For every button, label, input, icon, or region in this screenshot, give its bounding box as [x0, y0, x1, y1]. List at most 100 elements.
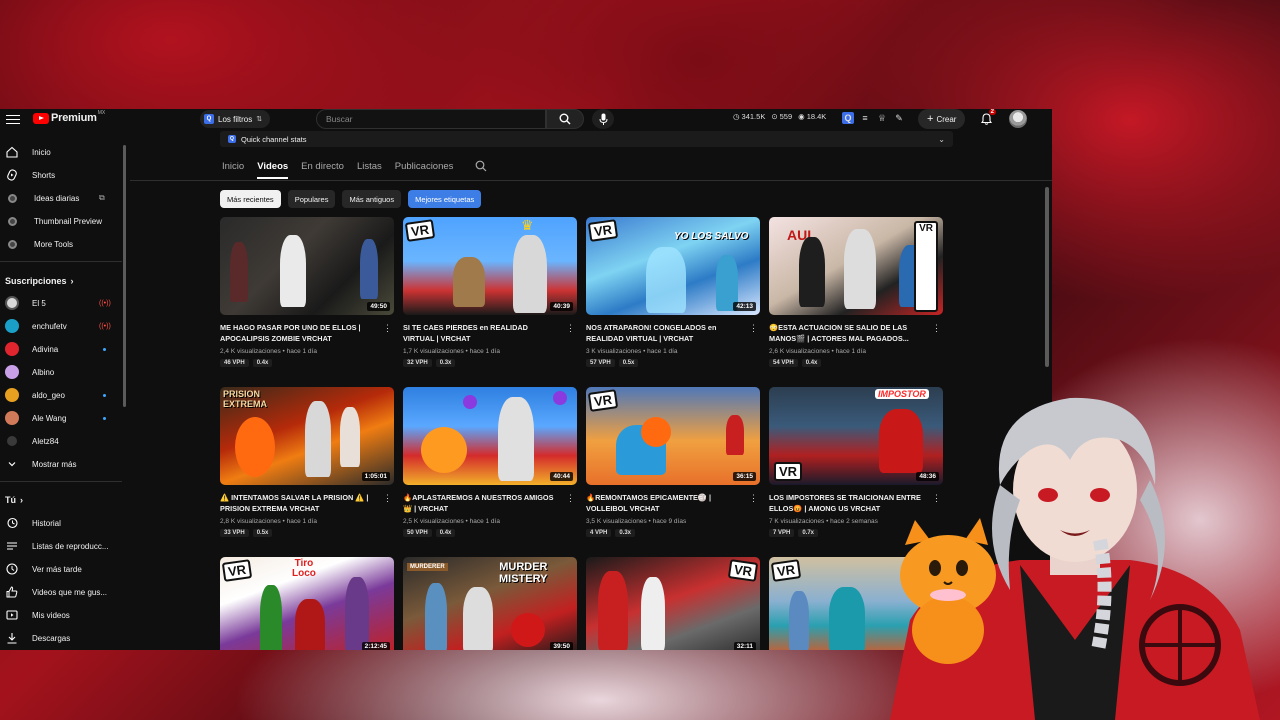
chip-mejores-etiquetas[interactable]: Mejores etiquetas	[408, 190, 482, 208]
thumbnail-text: MURDER MISTERY	[499, 561, 548, 585]
video-card[interactable]: IMPOSTOR VR 48:36 LOS IMPOSTORES SE TRAI…	[769, 387, 943, 537]
notifications-button[interactable]: 2	[978, 109, 996, 127]
video-meta: 2,6 K visualizaciones • hace 1 día	[769, 348, 866, 355]
chip-populares[interactable]: Populares	[287, 190, 336, 208]
create-button[interactable]: + Crear	[918, 109, 966, 129]
sidebar-item-historial[interactable]: Historial	[0, 512, 120, 534]
subscriptions-heading[interactable]: Suscripciones ›	[5, 276, 74, 286]
video-thumbnail[interactable]: AUL VR	[769, 217, 943, 315]
plus-icon: +	[927, 113, 934, 125]
video-title[interactable]: 🔥REMONTAMOS EPICAMENTE🏐 | VOLLEIBOL VRCH…	[586, 492, 744, 514]
more-options-icon[interactable]: ⋮	[566, 323, 575, 334]
video-card[interactable]: AUL VR 😳ESTA ACTUACION SE SALIO DE LAS M…	[769, 217, 943, 367]
sidebar-sub-albino[interactable]: Albino	[0, 361, 120, 383]
sidebar-item-liked-videos[interactable]: Videos que me gus...	[0, 581, 120, 603]
video-meta: 2,8 K visualizaciones • hace 1 día	[220, 518, 317, 525]
sidebar-sub-adivina[interactable]: Adivina	[0, 338, 120, 360]
video-title[interactable]: LOS IMPOSTORES SE TRAICIONAN ENTRE ELLOS…	[769, 492, 927, 514]
extension-badge-icon: Q	[228, 135, 236, 143]
sidebar-item-downloads[interactable]: Descargas	[0, 627, 120, 649]
video-thumbnail[interactable]: VR Tiro Loco 2:12:45	[220, 557, 394, 650]
top-bar: Premium MX Q Los filtros ⇅ Buscar ◷ 341.5…	[0, 109, 1052, 129]
vr-badge: VR	[774, 462, 803, 481]
vr-badge: VR	[587, 389, 619, 412]
tab-inicio[interactable]: Inicio	[222, 161, 244, 179]
sidebar-sub-ale-wang[interactable]: Ale Wang	[0, 407, 120, 429]
thumbnail-figure	[260, 585, 282, 650]
thumbnail-figure	[425, 583, 447, 650]
search-input[interactable]: Buscar	[316, 109, 546, 129]
video-title[interactable]: 😳ESTA ACTUACION SE SALIO DE LAS MANOS🎬 |…	[769, 322, 927, 344]
show-more-button[interactable]: Mostrar más	[0, 453, 120, 475]
voice-search-button[interactable]	[592, 109, 614, 129]
video-card[interactable]: MURDERER MURDER MISTERY 39:50	[403, 557, 577, 650]
channel-search-button[interactable]	[475, 159, 487, 177]
more-options-icon[interactable]: ⋮	[932, 493, 941, 504]
sidebar-sub-el5[interactable]: El 5 ((•))	[0, 292, 120, 314]
video-thumbnail[interactable]: 40:44	[403, 387, 577, 485]
video-card[interactable]: VR ♛ 40:39 SI TE CAES PIERDES en REALIDA…	[403, 217, 577, 367]
video-card[interactable]: 40:44 🔥APLASTAREMOS A NUESTROS AMIGOS👑 |…	[403, 387, 577, 537]
sidebar-item-playlists[interactable]: Listas de reproducc...	[0, 535, 120, 557]
extension-logo-icon[interactable]: Q	[842, 112, 854, 124]
video-title[interactable]: SI TE CAES PIERDES en REALIDAD VIRTUAL |…	[403, 322, 561, 344]
more-options-icon[interactable]: ⋮	[932, 323, 941, 334]
video-card[interactable]: VR 32:11	[586, 557, 760, 650]
list-icon[interactable]: ≡	[859, 112, 871, 124]
video-duration: 42:13	[733, 302, 756, 311]
more-options-icon[interactable]: ⋮	[383, 323, 392, 334]
tab-videos[interactable]: Videos	[257, 161, 289, 179]
more-options-icon[interactable]: ⋮	[566, 493, 575, 504]
video-thumbnail[interactable]: VR ♛ 40:39	[403, 217, 577, 315]
video-thumbnail[interactable]: MURDERER MURDER MISTERY 39:50	[403, 557, 577, 650]
video-thumbnail[interactable]: IMPOSTOR VR 48:36	[769, 387, 943, 485]
sidebar-sub-enchufetv[interactable]: enchufetv ((•))	[0, 315, 120, 337]
tab-en-directo[interactable]: En directo	[301, 161, 344, 179]
video-thumbnail[interactable]: VR 32:11	[586, 557, 760, 650]
video-title[interactable]: ME HAGO PASAR POR UNO DE ELLOS | APOCALI…	[220, 322, 378, 344]
search-button[interactable]	[546, 109, 584, 129]
video-card[interactable]: VR 36:15 🔥REMONTAMOS EPICAMENTE🏐 | VOLLE…	[586, 387, 760, 537]
quick-channel-stats-bar[interactable]: Q Quick channel stats ⌄	[220, 131, 953, 147]
main-scrollbar[interactable]	[1045, 187, 1049, 367]
account-avatar[interactable]	[1009, 110, 1027, 128]
sidebar-sub-aldo-geo[interactable]: aldo_geo	[0, 384, 120, 406]
video-title[interactable]: 🔥APLASTAREMOS A NUESTROS AMIGOS👑 | VRCHA…	[403, 492, 561, 514]
video-thumbnail[interactable]: 49:50	[220, 217, 394, 315]
chip-mas-antiguos[interactable]: Más antiguos	[342, 190, 402, 208]
you-heading[interactable]: Tú ›	[5, 495, 23, 505]
sidebar-sub-aletz84[interactable]: Aletz84	[0, 430, 120, 452]
more-options-icon[interactable]: ⋮	[383, 493, 392, 504]
filters-button[interactable]: Q Los filtros ⇅	[200, 110, 271, 128]
video-card[interactable]: VR	[769, 557, 943, 650]
edit-icon[interactable]: ✎	[893, 112, 905, 124]
more-options-icon[interactable]: ⋮	[749, 323, 758, 334]
video-card[interactable]: 49:50 ME HAGO PASAR POR UNO DE ELLOS | A…	[220, 217, 394, 367]
video-thumbnail[interactable]: VR 36:15	[586, 387, 760, 485]
video-card[interactable]: PRISION EXTREMA 1:05:01 ⚠️ INTENTAMOS SAL…	[220, 387, 394, 537]
video-title[interactable]: NOS ATRAPARON! CONGELADOS en REALIDAD VI…	[586, 322, 744, 344]
trophy-icon[interactable]: ♕	[876, 112, 888, 124]
sidebar-item-inicio[interactable]: Inicio	[0, 141, 120, 163]
channel-avatar	[5, 296, 19, 310]
video-thumbnail[interactable]: PRISION EXTREMA 1:05:01	[220, 387, 394, 485]
video-thumbnail[interactable]: VR	[769, 557, 943, 650]
more-options-icon[interactable]: ⋮	[749, 493, 758, 504]
sidebar-item-my-videos[interactable]: Mis videos	[0, 604, 120, 626]
video-title[interactable]: ⚠️ INTENTAMOS SALVAR LA PRISION ⚠️ | PRI…	[220, 492, 378, 514]
tab-listas[interactable]: Listas	[357, 161, 382, 179]
video-thumbnail[interactable]: VR YO LOS SALVO 42:13	[586, 217, 760, 315]
sidebar-scrollbar[interactable]	[123, 145, 126, 407]
youtube-logo[interactable]: Premium MX	[33, 110, 105, 124]
tab-publicaciones[interactable]: Publicaciones	[395, 161, 454, 179]
chip-mas-recientes[interactable]: Más recientes	[220, 190, 281, 208]
hamburger-menu-icon[interactable]	[6, 112, 20, 126]
sidebar-item-ideas-diarias[interactable]: Ideas diarias ⧉	[0, 187, 120, 209]
video-card[interactable]: VR YO LOS SALVO 42:13 NOS ATRAPARON! CON…	[586, 217, 760, 367]
video-card[interactable]: VR Tiro Loco 2:12:45	[220, 557, 394, 650]
sidebar-item-shorts[interactable]: Shorts	[0, 164, 120, 186]
sidebar-item-watch-later[interactable]: Ver más tarde	[0, 558, 120, 580]
sidebar-item-thumbnail-preview[interactable]: Thumbnail Preview	[0, 210, 120, 232]
sidebar-divider	[0, 261, 122, 262]
sidebar-item-more-tools[interactable]: More Tools	[0, 233, 120, 255]
